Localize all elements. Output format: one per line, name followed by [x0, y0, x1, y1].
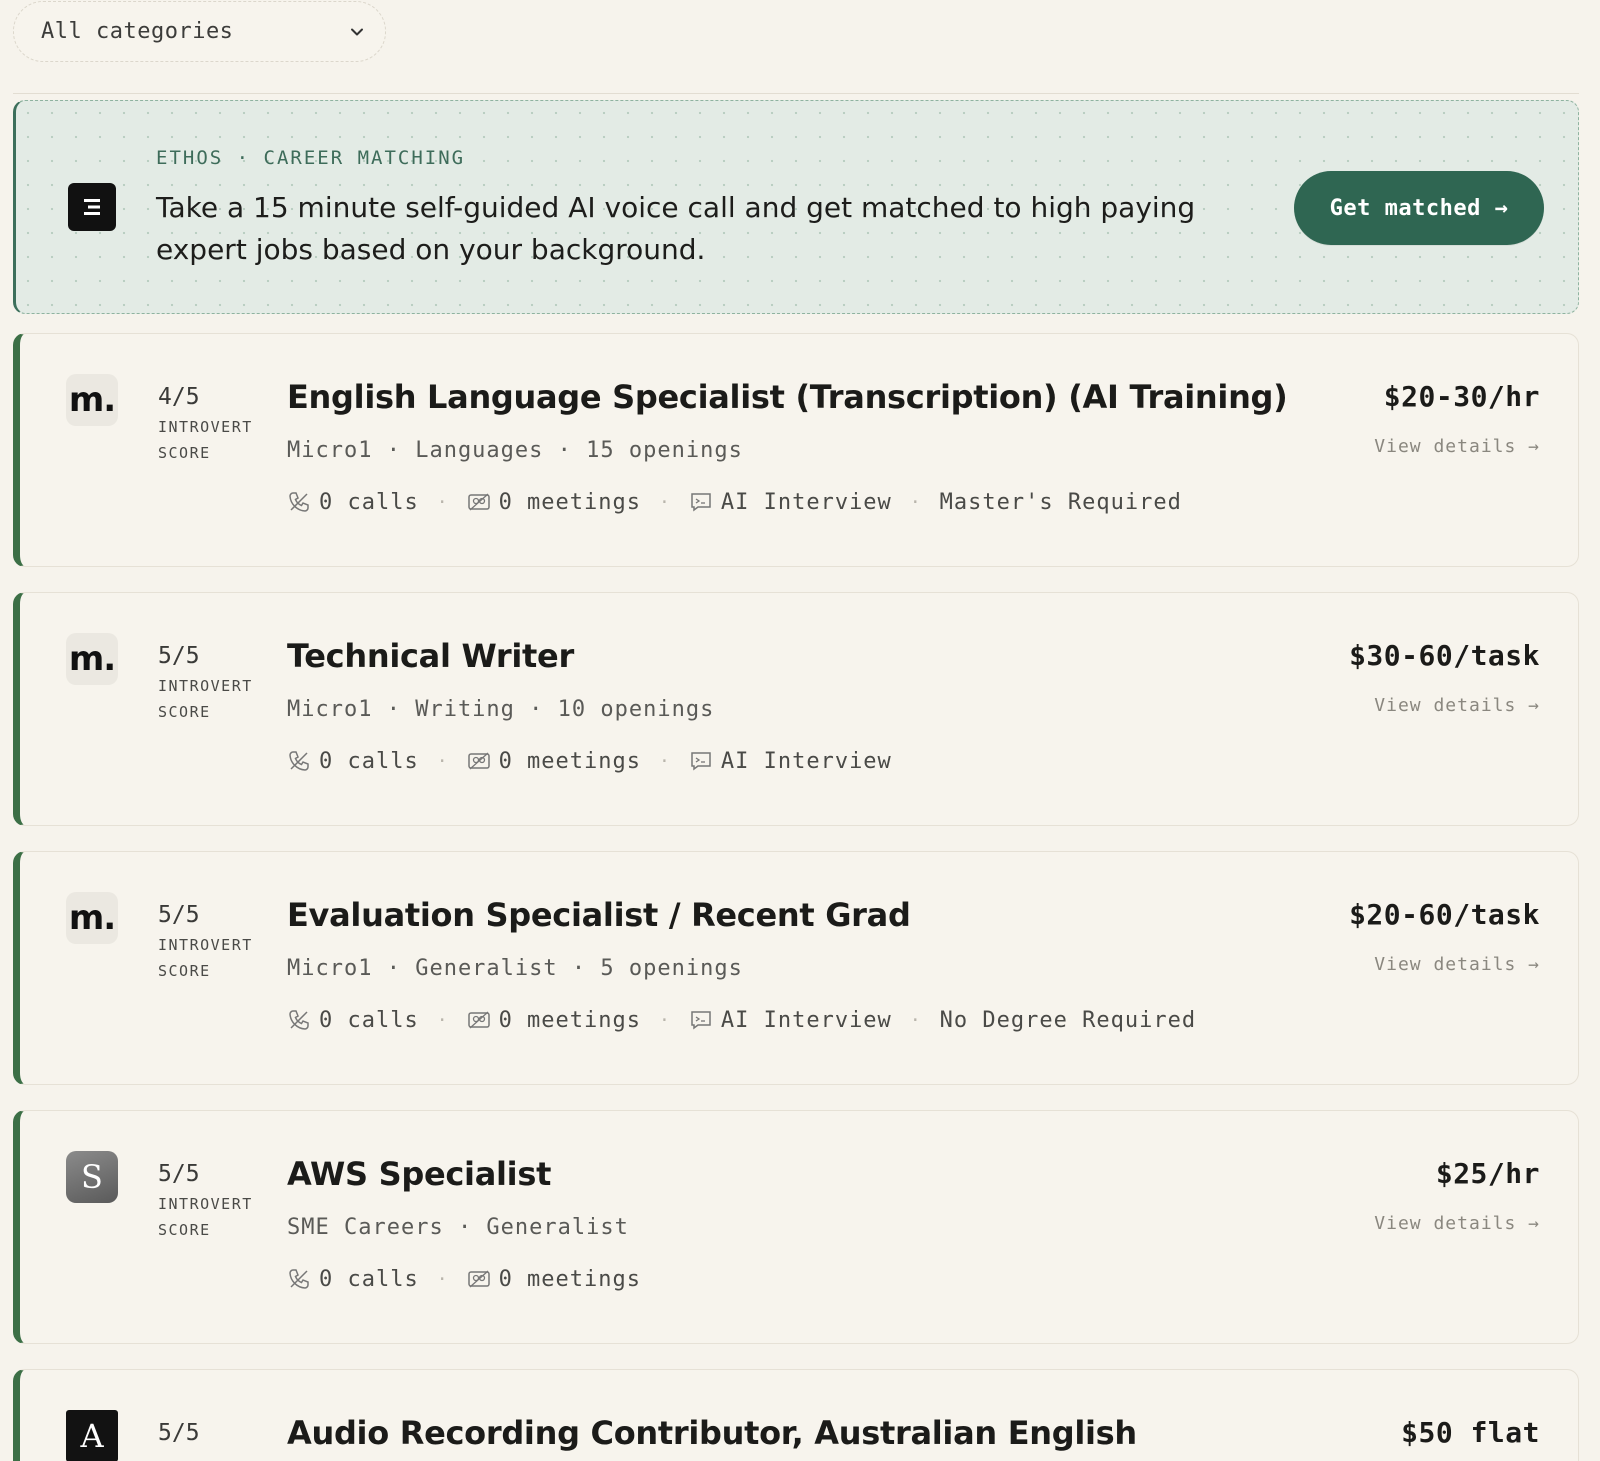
calls-count: 0 calls [319, 489, 419, 515]
interview-type: AI Interview [720, 1007, 892, 1033]
company-logo: S [66, 1151, 118, 1203]
job-title: Evaluation Specialist / Recent Grad [287, 896, 911, 934]
meetings-count: 0 meetings [498, 489, 642, 515]
job-title: Audio Recording Contributor, Australian … [287, 1414, 1137, 1452]
degree-requirement: No Degree Required [939, 1007, 1197, 1033]
get-matched-button[interactable]: Get matched → [1294, 171, 1544, 245]
meetings-count: 0 meetings [498, 748, 642, 774]
category-filter-label: All categories [41, 19, 234, 44]
job-title: English Language Specialist (Transcripti… [287, 378, 1288, 416]
job-pay: $30-60/task [1349, 639, 1540, 672]
phone-icon [289, 1010, 309, 1030]
score-value: 5/5 [158, 1420, 200, 1446]
meetings-count: 0 meetings [498, 1007, 642, 1033]
job-stats: 0 calls · 0 meetings · AI Interview [287, 746, 892, 776]
job-pay: $20-60/task [1349, 898, 1540, 931]
chat-terminal-icon [691, 752, 711, 771]
score-label: INTROVERT SCORE [158, 1195, 253, 1239]
phone-icon [289, 492, 309, 512]
job-meta: Micro1 · Languages · 15 openings [287, 438, 743, 463]
banner-kicker: ETHOS · CAREER MATCHING [156, 147, 466, 169]
job-card[interactable]: m. 5/5 INTROVERT SCORE Evaluation Specia… [13, 851, 1579, 1085]
job-title: AWS Specialist [287, 1155, 552, 1193]
job-card[interactable]: A 5/5 Audio Recording Contributor, Austr… [13, 1369, 1579, 1461]
career-matching-banner: ETHOS · CAREER MATCHING Take a 15 minute… [13, 100, 1579, 314]
introvert-score: 5/5 INTROVERT SCORE [158, 1161, 268, 1243]
score-label: INTROVERT SCORE [158, 677, 253, 721]
divider [13, 93, 1579, 94]
job-stats: 0 calls · 0 meetings · AI Interview · Ma… [287, 487, 1182, 517]
score-value: 5/5 [158, 1161, 200, 1187]
phone-icon [289, 751, 309, 771]
job-card[interactable]: m. 5/5 INTROVERT SCORE Technical Writer … [13, 592, 1579, 826]
score-label: INTROVERT SCORE [158, 936, 253, 980]
introvert-score: 5/5 INTROVERT SCORE [158, 902, 268, 984]
job-pay: $25/hr [1435, 1157, 1540, 1190]
job-pay: $50 flat [1401, 1416, 1540, 1449]
score-value: 5/5 [158, 902, 200, 928]
meeting-icon [467, 1011, 490, 1029]
company-logo: m. [66, 633, 118, 685]
score-value: 5/5 [158, 643, 200, 669]
introvert-score: 4/5 INTROVERT SCORE [158, 384, 268, 466]
meeting-icon [467, 493, 490, 511]
job-meta: Micro1 · Writing · 10 openings [287, 697, 715, 722]
view-details-link[interactable]: View details → [1374, 1213, 1540, 1234]
calls-count: 0 calls [319, 1007, 419, 1033]
view-details-link[interactable]: View details → [1374, 436, 1540, 457]
job-stats: 0 calls · 0 meetings [287, 1264, 641, 1294]
job-title: Technical Writer [287, 637, 574, 675]
calls-count: 0 calls [319, 1266, 419, 1292]
meeting-icon [467, 752, 490, 770]
company-logo: A [66, 1410, 118, 1461]
company-logo: m. [66, 374, 118, 426]
introvert-score: 5/5 INTROVERT SCORE [158, 643, 268, 725]
introvert-score: 5/5 [158, 1420, 200, 1446]
job-meta: SME Careers · Generalist [287, 1215, 629, 1240]
chat-terminal-icon [691, 1011, 711, 1030]
banner-text: Take a 15 minute self-guided AI voice ca… [156, 191, 1196, 266]
interview-type: AI Interview [720, 748, 892, 774]
phone-icon [289, 1269, 309, 1289]
category-filter-select[interactable]: All categories [13, 1, 386, 62]
ethos-logo-icon [68, 183, 116, 231]
view-details-link[interactable]: View details → [1374, 695, 1540, 716]
job-stats: 0 calls · 0 meetings · AI Interview · No… [287, 1005, 1196, 1035]
calls-count: 0 calls [319, 748, 419, 774]
job-pay: $20-30/hr [1383, 380, 1540, 413]
meetings-count: 0 meetings [498, 1266, 642, 1292]
score-label: INTROVERT SCORE [158, 418, 253, 462]
view-details-link[interactable]: View details → [1374, 954, 1540, 975]
score-value: 4/5 [158, 384, 200, 410]
job-card[interactable]: m. 4/5 INTROVERT SCORE English Language … [13, 333, 1579, 567]
company-logo: m. [66, 892, 118, 944]
degree-requirement: Master's Required [939, 489, 1182, 515]
job-card[interactable]: S 5/5 INTROVERT SCORE AWS Specialist SME… [13, 1110, 1579, 1344]
job-meta: Micro1 · Generalist · 5 openings [287, 956, 743, 981]
chat-terminal-icon [691, 493, 711, 512]
meeting-icon [467, 1270, 490, 1288]
chevron-down-icon [351, 28, 363, 35]
interview-type: AI Interview [720, 489, 892, 515]
